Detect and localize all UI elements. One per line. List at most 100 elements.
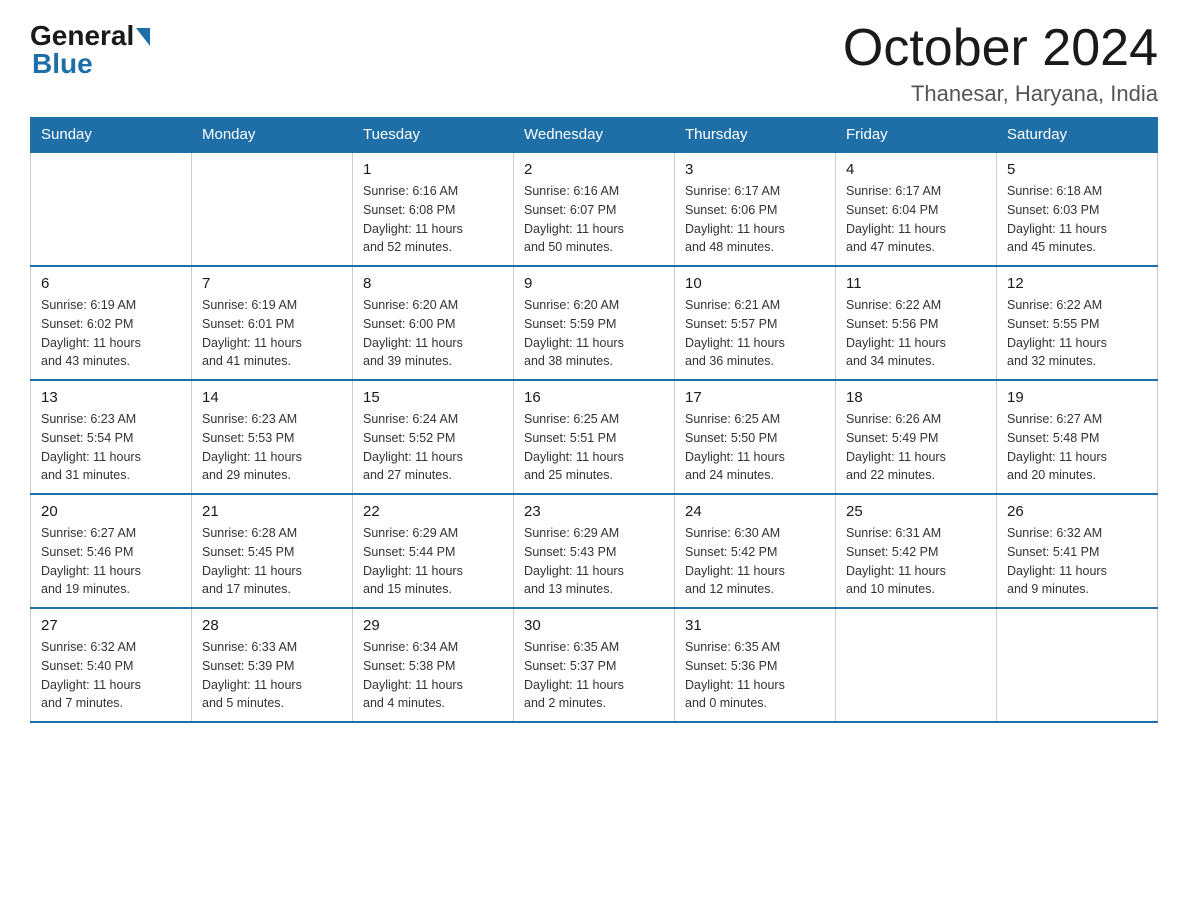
weekday-header-thursday: Thursday <box>675 118 836 153</box>
day-info: Sunrise: 6:17 AM Sunset: 6:06 PM Dayligh… <box>685 182 825 257</box>
day-info: Sunrise: 6:25 AM Sunset: 5:51 PM Dayligh… <box>524 410 664 485</box>
calendar-week-row: 27 Sunrise: 6:32 AM Sunset: 5:40 PM Dayli… <box>31 608 1158 722</box>
calendar-cell: 10Sunrise: 6:21 AM Sunset: 5:57 PM Dayli… <box>675 266 836 380</box>
title-block: October 2024 Thanesar, Haryana, India <box>843 20 1158 107</box>
calendar-cell: 27 Sunrise: 6:32 AM Sunset: 5:40 PM Dayli… <box>31 608 192 722</box>
calendar-cell: 7 Sunrise: 6:19 AM Sunset: 6:01 PM Daylig… <box>192 266 353 380</box>
weekday-header-sunday: Sunday <box>31 118 192 153</box>
day-number: 25 <box>846 503 986 520</box>
day-number: 19 <box>1007 389 1147 406</box>
weekday-header-tuesday: Tuesday <box>353 118 514 153</box>
day-number: 24 <box>685 503 825 520</box>
day-number: 28 <box>202 617 342 634</box>
day-info: Sunrise: 6:29 AM Sunset: 5:43 PM Dayligh… <box>524 524 664 599</box>
calendar-cell: 11 Sunrise: 6:22 AM Sunset: 5:56 PM Dayli… <box>836 266 997 380</box>
calendar-cell: 1 Sunrise: 6:16 AM Sunset: 6:08 PM Daylig… <box>353 152 514 266</box>
calendar-cell: 17Sunrise: 6:25 AM Sunset: 5:50 PM Dayli… <box>675 380 836 494</box>
day-info: Sunrise: 6:16 AM Sunset: 6:07 PM Dayligh… <box>524 182 664 257</box>
calendar-cell: 16 Sunrise: 6:25 AM Sunset: 5:51 PM Dayli… <box>514 380 675 494</box>
day-number: 8 <box>363 275 503 292</box>
calendar-body: 1 Sunrise: 6:16 AM Sunset: 6:08 PM Daylig… <box>31 152 1158 722</box>
calendar-header-row: SundayMondayTuesdayWednesdayThursdayFrid… <box>31 118 1158 153</box>
day-number: 14 <box>202 389 342 406</box>
calendar-cell: 22 Sunrise: 6:29 AM Sunset: 5:44 PM Dayli… <box>353 494 514 608</box>
calendar-cell: 28 Sunrise: 6:33 AM Sunset: 5:39 PM Dayli… <box>192 608 353 722</box>
calendar-cell: 19 Sunrise: 6:27 AM Sunset: 5:48 PM Dayli… <box>997 380 1158 494</box>
calendar-cell: 30 Sunrise: 6:35 AM Sunset: 5:37 PM Dayli… <box>514 608 675 722</box>
day-number: 20 <box>41 503 181 520</box>
day-info: Sunrise: 6:20 AM Sunset: 5:59 PM Dayligh… <box>524 296 664 371</box>
day-info: Sunrise: 6:32 AM Sunset: 5:41 PM Dayligh… <box>1007 524 1147 599</box>
day-info: Sunrise: 6:17 AM Sunset: 6:04 PM Dayligh… <box>846 182 986 257</box>
calendar-cell: 31 Sunrise: 6:35 AM Sunset: 5:36 PM Dayli… <box>675 608 836 722</box>
calendar-cell: 21 Sunrise: 6:28 AM Sunset: 5:45 PM Dayli… <box>192 494 353 608</box>
logo-arrow-icon <box>136 28 150 46</box>
page-header: General Blue October 2024 Thanesar, Hary… <box>30 20 1158 107</box>
weekday-header-wednesday: Wednesday <box>514 118 675 153</box>
day-number: 27 <box>41 617 181 634</box>
day-info: Sunrise: 6:23 AM Sunset: 5:54 PM Dayligh… <box>41 410 181 485</box>
calendar-cell: 29 Sunrise: 6:34 AM Sunset: 5:38 PM Dayli… <box>353 608 514 722</box>
day-number: 31 <box>685 617 825 634</box>
calendar-cell: 13Sunrise: 6:23 AM Sunset: 5:54 PM Dayli… <box>31 380 192 494</box>
calendar-cell: 2 Sunrise: 6:16 AM Sunset: 6:07 PM Daylig… <box>514 152 675 266</box>
calendar-cell <box>192 152 353 266</box>
day-number: 30 <box>524 617 664 634</box>
day-info: Sunrise: 6:33 AM Sunset: 5:39 PM Dayligh… <box>202 638 342 713</box>
day-number: 23 <box>524 503 664 520</box>
calendar-table: SundayMondayTuesdayWednesdayThursdayFrid… <box>30 117 1158 723</box>
day-number: 5 <box>1007 161 1147 178</box>
day-number: 1 <box>363 161 503 178</box>
day-info: Sunrise: 6:25 AM Sunset: 5:50 PM Dayligh… <box>685 410 825 485</box>
calendar-cell: 8 Sunrise: 6:20 AM Sunset: 6:00 PM Daylig… <box>353 266 514 380</box>
calendar-week-row: 1 Sunrise: 6:16 AM Sunset: 6:08 PM Daylig… <box>31 152 1158 266</box>
day-info: Sunrise: 6:28 AM Sunset: 5:45 PM Dayligh… <box>202 524 342 599</box>
day-info: Sunrise: 6:22 AM Sunset: 5:56 PM Dayligh… <box>846 296 986 371</box>
day-number: 6 <box>41 275 181 292</box>
location-text: Thanesar, Haryana, India <box>843 81 1158 107</box>
day-info: Sunrise: 6:16 AM Sunset: 6:08 PM Dayligh… <box>363 182 503 257</box>
month-title: October 2024 <box>843 20 1158 77</box>
calendar-cell: 26 Sunrise: 6:32 AM Sunset: 5:41 PM Dayli… <box>997 494 1158 608</box>
day-number: 26 <box>1007 503 1147 520</box>
day-info: Sunrise: 6:32 AM Sunset: 5:40 PM Dayligh… <box>41 638 181 713</box>
day-info: Sunrise: 6:19 AM Sunset: 6:02 PM Dayligh… <box>41 296 181 371</box>
calendar-cell <box>836 608 997 722</box>
logo: General Blue <box>30 20 150 80</box>
calendar-cell: 20Sunrise: 6:27 AM Sunset: 5:46 PM Dayli… <box>31 494 192 608</box>
day-number: 4 <box>846 161 986 178</box>
weekday-header-saturday: Saturday <box>997 118 1158 153</box>
day-info: Sunrise: 6:20 AM Sunset: 6:00 PM Dayligh… <box>363 296 503 371</box>
day-info: Sunrise: 6:27 AM Sunset: 5:48 PM Dayligh… <box>1007 410 1147 485</box>
calendar-cell: 15 Sunrise: 6:24 AM Sunset: 5:52 PM Dayli… <box>353 380 514 494</box>
day-number: 21 <box>202 503 342 520</box>
day-number: 9 <box>524 275 664 292</box>
day-info: Sunrise: 6:35 AM Sunset: 5:37 PM Dayligh… <box>524 638 664 713</box>
day-info: Sunrise: 6:26 AM Sunset: 5:49 PM Dayligh… <box>846 410 986 485</box>
day-number: 2 <box>524 161 664 178</box>
day-number: 15 <box>363 389 503 406</box>
calendar-cell: 9 Sunrise: 6:20 AM Sunset: 5:59 PM Daylig… <box>514 266 675 380</box>
weekday-header-monday: Monday <box>192 118 353 153</box>
day-info: Sunrise: 6:35 AM Sunset: 5:36 PM Dayligh… <box>685 638 825 713</box>
calendar-week-row: 13Sunrise: 6:23 AM Sunset: 5:54 PM Dayli… <box>31 380 1158 494</box>
day-number: 29 <box>363 617 503 634</box>
calendar-cell: 24 Sunrise: 6:30 AM Sunset: 5:42 PM Dayli… <box>675 494 836 608</box>
day-info: Sunrise: 6:34 AM Sunset: 5:38 PM Dayligh… <box>363 638 503 713</box>
calendar-cell: 12Sunrise: 6:22 AM Sunset: 5:55 PM Dayli… <box>997 266 1158 380</box>
day-info: Sunrise: 6:30 AM Sunset: 5:42 PM Dayligh… <box>685 524 825 599</box>
calendar-week-row: 20Sunrise: 6:27 AM Sunset: 5:46 PM Dayli… <box>31 494 1158 608</box>
day-number: 7 <box>202 275 342 292</box>
day-info: Sunrise: 6:29 AM Sunset: 5:44 PM Dayligh… <box>363 524 503 599</box>
day-info: Sunrise: 6:24 AM Sunset: 5:52 PM Dayligh… <box>363 410 503 485</box>
calendar-cell <box>997 608 1158 722</box>
day-number: 22 <box>363 503 503 520</box>
calendar-cell: 3 Sunrise: 6:17 AM Sunset: 6:06 PM Daylig… <box>675 152 836 266</box>
day-number: 18 <box>846 389 986 406</box>
day-number: 16 <box>524 389 664 406</box>
day-number: 11 <box>846 275 986 292</box>
day-info: Sunrise: 6:19 AM Sunset: 6:01 PM Dayligh… <box>202 296 342 371</box>
day-info: Sunrise: 6:23 AM Sunset: 5:53 PM Dayligh… <box>202 410 342 485</box>
calendar-cell: 6 Sunrise: 6:19 AM Sunset: 6:02 PM Daylig… <box>31 266 192 380</box>
day-number: 3 <box>685 161 825 178</box>
